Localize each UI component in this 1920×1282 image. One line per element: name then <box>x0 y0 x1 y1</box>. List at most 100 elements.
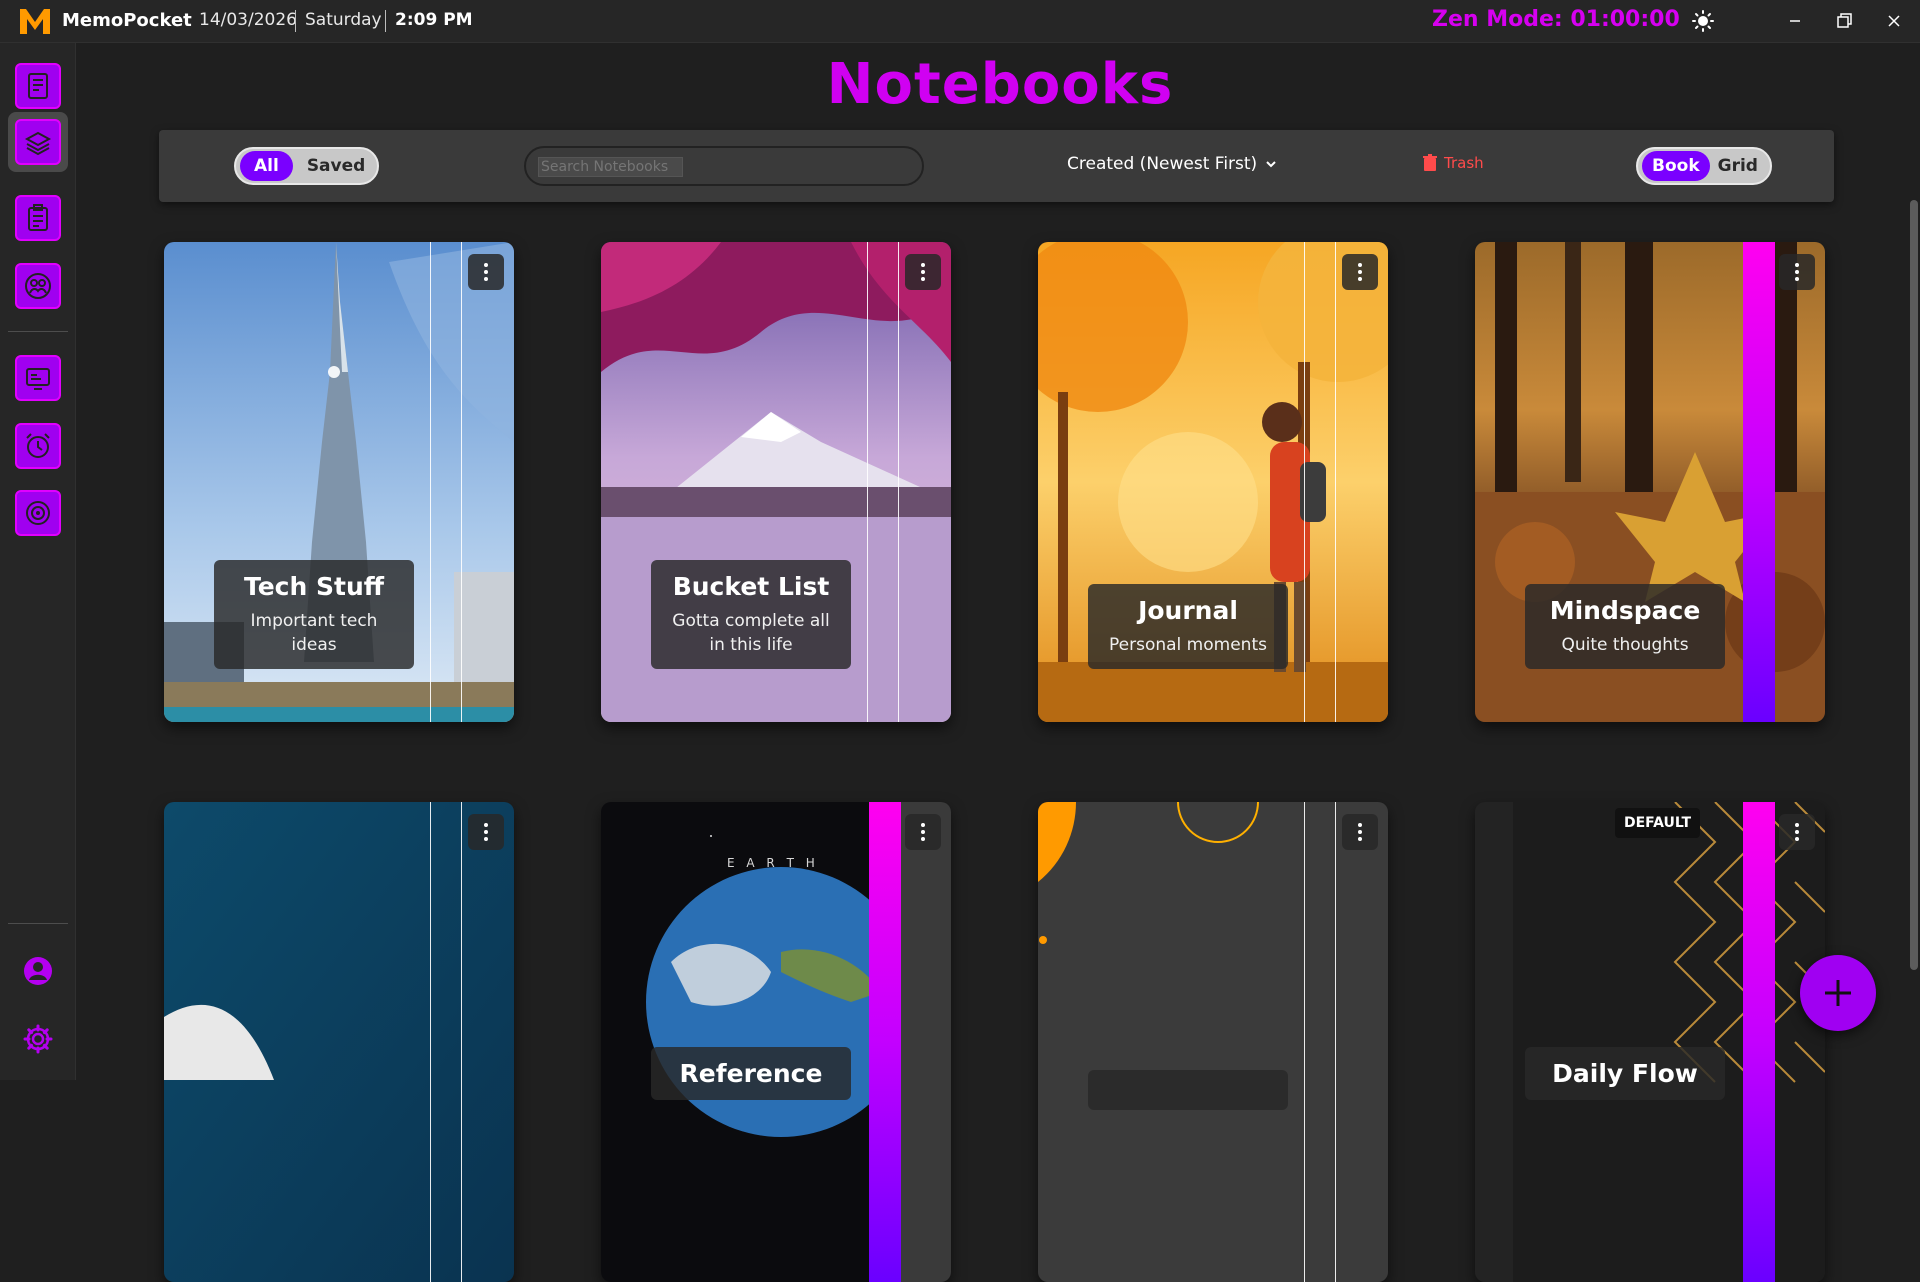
sidebar-item-alarm[interactable] <box>15 423 61 469</box>
theme-toggle-icon[interactable] <box>1692 10 1714 32</box>
notebook-title: Reference <box>679 1059 823 1088</box>
notebook-description: Quite thoughts <box>1561 635 1689 655</box>
tasks-icon <box>28 204 48 231</box>
divider <box>295 10 296 32</box>
filter-saved-button[interactable]: Saved <box>293 151 378 181</box>
notebook-description: Important tech ideas <box>250 611 378 655</box>
notebook-title: Bucket List <box>672 572 830 601</box>
sidebar-divider <box>8 923 68 924</box>
current-day: Saturday <box>305 10 382 30</box>
alarm-icon <box>26 433 50 458</box>
more-options-button[interactable] <box>468 254 504 290</box>
notebook-spine <box>430 242 462 722</box>
minimize-icon[interactable] <box>1783 9 1807 33</box>
filter-toggle: All Saved <box>234 147 380 185</box>
notebook-card[interactable] <box>164 802 514 1282</box>
close-icon[interactable] <box>1882 9 1906 33</box>
add-notebook-button[interactable] <box>1800 955 1876 1031</box>
default-badge: DEFAULT <box>1615 808 1701 838</box>
notebook-spine <box>1743 242 1775 722</box>
trash-button[interactable]: Trash <box>1422 154 1484 172</box>
view-book-button[interactable]: Book <box>1642 151 1710 181</box>
notebook-title: Journal <box>1138 596 1238 625</box>
more-options-button[interactable] <box>905 814 941 850</box>
restore-icon[interactable] <box>1832 9 1856 33</box>
notebook-label <box>1088 1070 1288 1110</box>
current-date: 14/03/2026 <box>199 10 297 30</box>
notebook-title: Tech Stuff <box>243 572 384 601</box>
notebook-card[interactable]: Bucket List Gotta complete all in this l… <box>601 242 951 722</box>
more-vert-icon <box>921 263 925 281</box>
notebook-card[interactable]: DEFAULT Daily Flow <box>1475 802 1825 1282</box>
sort-dropdown[interactable]: Created (Newest First) <box>1067 154 1277 174</box>
notebook-label: Tech Stuff Important tech ideas <box>214 560 414 669</box>
sidebar-item-board[interactable] <box>15 355 61 401</box>
view-grid-button[interactable]: Grid <box>1710 151 1770 181</box>
notebook-spine <box>867 242 899 722</box>
more-options-button[interactable] <box>1342 814 1378 850</box>
current-time: 2:09 PM <box>395 10 473 30</box>
sidebar-divider <box>8 331 68 332</box>
notebook-label: Daily Flow <box>1525 1047 1725 1100</box>
filter-all-button[interactable]: All <box>240 151 293 181</box>
more-vert-icon <box>921 823 925 841</box>
more-vert-icon <box>1795 823 1799 841</box>
more-options-button[interactable] <box>1342 254 1378 290</box>
cover-text: E A R T H <box>727 856 819 870</box>
search-input[interactable] <box>538 157 683 177</box>
trash-label: Trash <box>1444 154 1484 172</box>
notebook-card[interactable] <box>1038 802 1388 1282</box>
sidebar-item-notebooks[interactable] <box>15 119 61 165</box>
more-vert-icon <box>1358 263 1362 281</box>
page-title: Notebooks <box>826 52 1174 117</box>
profile-icon[interactable] <box>22 955 54 987</box>
divider <box>385 10 386 32</box>
more-options-button[interactable] <box>468 814 504 850</box>
notebook-label: Journal Personal moments <box>1088 584 1288 669</box>
more-options-button[interactable] <box>1779 254 1815 290</box>
trash-icon <box>1423 154 1437 171</box>
sidebar-item-people[interactable] <box>15 263 61 309</box>
more-vert-icon <box>484 823 488 841</box>
notebook-spine <box>869 802 901 1282</box>
goals-icon <box>26 501 50 525</box>
sidebar-item-tasks[interactable] <box>15 195 61 241</box>
more-vert-icon <box>1795 263 1799 281</box>
notebook-card[interactable]: Mindspace Quite thoughts <box>1475 242 1825 722</box>
notebook-description: Personal moments <box>1109 635 1267 655</box>
sidebar-item-goals[interactable] <box>15 490 61 536</box>
chevron-down-icon <box>1266 161 1276 168</box>
title-bar: MemoPocket 14/03/2026 Saturday 2:09 PM Z… <box>0 0 1920 43</box>
plus-icon <box>1825 980 1851 1006</box>
view-toggle: Book Grid <box>1636 147 1772 185</box>
people-icon <box>25 273 51 299</box>
more-options-button[interactable] <box>1779 814 1815 850</box>
notebook-spine <box>430 802 462 1282</box>
scrollbar[interactable] <box>1910 200 1918 970</box>
notebook-spine <box>1743 802 1775 1282</box>
notebook-spine <box>1304 242 1336 722</box>
notebook-card[interactable]: Journal Personal moments <box>1038 242 1388 722</box>
notebook-spine <box>1304 802 1336 1282</box>
notebook-label: Reference <box>651 1047 851 1100</box>
notebooks-icon <box>24 131 52 156</box>
more-options-button[interactable] <box>905 254 941 290</box>
sidebar <box>0 43 76 1080</box>
notebook-title: Daily Flow <box>1552 1059 1698 1088</box>
notebook-label: Bucket List Gotta complete all in this l… <box>651 560 851 669</box>
notebook-description: Gotta complete all in this life <box>672 611 830 655</box>
more-vert-icon <box>484 263 488 281</box>
settings-icon[interactable] <box>22 1023 54 1055</box>
notebook-card[interactable]: Tech Stuff Important tech ideas <box>164 242 514 722</box>
app-logo-icon <box>20 9 50 34</box>
sort-label: Created (Newest First) <box>1067 154 1258 174</box>
notebook-card[interactable]: E A R T H Reference <box>601 802 951 1282</box>
app-name: MemoPocket <box>62 10 192 31</box>
board-icon <box>26 368 50 390</box>
notebook-label: Mindspace Quite thoughts <box>1525 584 1725 669</box>
notebooks-toolbar: All Saved Created (Newest First) Trash B… <box>159 130 1834 202</box>
zen-mode-timer[interactable]: Zen Mode: 01:00:00 <box>1432 7 1680 32</box>
search-box <box>524 146 924 186</box>
notebook-title: Mindspace <box>1549 596 1701 625</box>
more-vert-icon <box>1358 823 1362 841</box>
